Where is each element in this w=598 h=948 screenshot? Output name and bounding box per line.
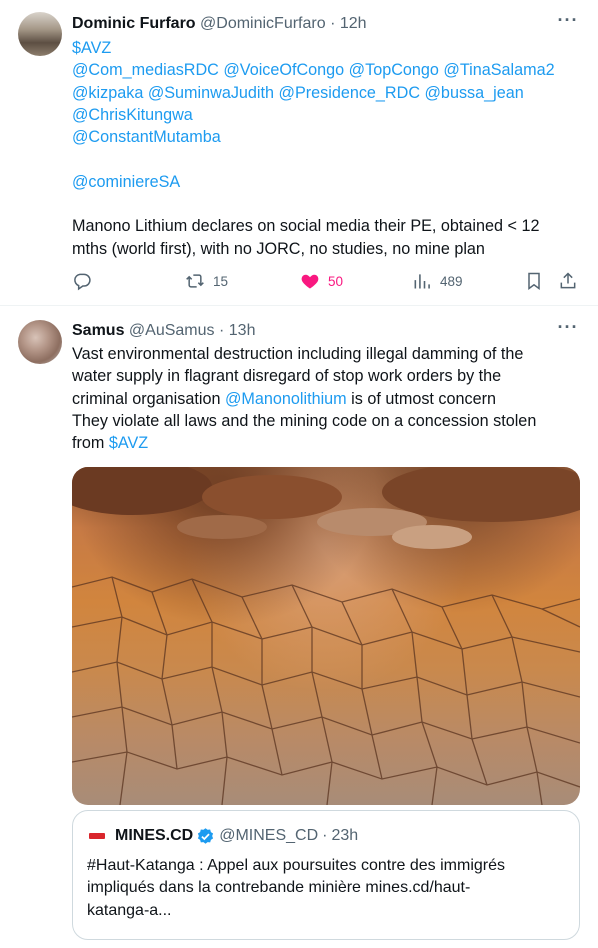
views-icon (414, 274, 430, 289)
text-line: mths (world first), with no JORC, no stu… (72, 239, 485, 258)
verified-badge-icon (198, 827, 214, 844)
reply-icon (74, 273, 91, 291)
text-fragment: is of utmost concern (346, 389, 497, 408)
tweet-header: Samus @AuSamus · 13h (72, 320, 580, 342)
views-button[interactable]: 489 (412, 268, 463, 294)
cashtag-avz[interactable]: $AVZ (109, 434, 148, 452)
quoted-text: #Haut-Katanga : Appel aux poursuites con… (87, 855, 565, 922)
share-icon (560, 272, 576, 289)
retweet-count: 15 (213, 273, 229, 289)
more-options-button[interactable]: ··· (556, 318, 580, 342)
avatar[interactable] (18, 320, 62, 364)
mentions-line[interactable]: @kizpaka @SuminwaJudith @Presidence_RDC … (72, 82, 576, 104)
separator: · (322, 827, 328, 844)
text-line: water supply in flagrant disregard of st… (72, 367, 502, 386)
quoted-timestamp: 23h (331, 827, 359, 844)
share-button[interactable] (558, 268, 578, 294)
author-handle[interactable]: @AuSamus (129, 322, 215, 339)
text-fragment: from (72, 434, 109, 453)
mention-manonolithium[interactable]: @Manonolithium (225, 390, 347, 408)
author-handle[interactable]: @DominicFurfaro (200, 15, 326, 32)
bookmark-button[interactable] (524, 268, 544, 294)
text-fragment: criminal organisation (72, 389, 225, 408)
timestamp[interactable]: 12h (340, 15, 367, 32)
author-name[interactable]: Samus (72, 322, 124, 339)
separator: · (218, 322, 225, 339)
text-line: Vast environmental destruction including… (72, 345, 524, 363)
avatar[interactable] (18, 12, 62, 56)
mentions-line[interactable]: @Com_mediasRDC @VoiceOfCongo @TopCongo @… (72, 59, 576, 81)
cashtag-avz[interactable]: $AVZ (72, 37, 576, 59)
retweet-icon (186, 274, 204, 288)
author-name[interactable]: Dominic Furfaro (72, 15, 196, 32)
reply-button[interactable] (72, 268, 100, 294)
like-button[interactable]: 50 (300, 268, 343, 294)
quoted-header: MINES.CD @MINES_CD · 23h (87, 825, 358, 847)
text-line: katanga-a... (87, 901, 172, 919)
tweet-text: Vast environmental destruction including… (72, 343, 576, 454)
heart-icon (301, 274, 319, 289)
quoted-author-name: MINES.CD (115, 827, 194, 844)
text-line: #Haut-Katanga : Appel aux poursuites con… (87, 857, 506, 874)
mines-cd-logo-icon (87, 826, 107, 846)
tweet-text: $AVZ @Com_mediasRDC @VoiceOfCongo @TopCo… (72, 37, 576, 260)
like-count: 50 (328, 273, 344, 289)
dry-riverbed-photo (72, 467, 580, 805)
mention-cominieresa[interactable]: @cominiereSA (72, 171, 576, 193)
separator: · (330, 15, 336, 32)
timestamp[interactable]: 13h (229, 322, 256, 339)
quoted-author-handle: @MINES_CD (219, 827, 319, 844)
tweet-header: Dominic Furfaro @DominicFurfaro · 12h (72, 13, 580, 35)
mention-chriskitungwa[interactable]: @ChrisKitungwa (72, 104, 576, 126)
action-bar: 15 50 489 (72, 268, 580, 294)
tweet-dominic-furfaro[interactable]: Dominic Furfaro @DominicFurfaro · 12h ··… (0, 0, 598, 306)
text-line: impliqués dans la contrebande minière mi… (87, 879, 471, 897)
tweet-photo[interactable] (72, 467, 580, 805)
retweet-button[interactable]: 15 (185, 268, 228, 294)
text-line: criminal organisation @Manonolithium is … (72, 388, 576, 410)
text-line: They violate all laws and the mining cod… (72, 411, 537, 430)
bookmark-icon (528, 272, 540, 290)
more-options-button[interactable]: ··· (556, 11, 580, 35)
text-line: from $AVZ (72, 432, 576, 454)
quoted-tweet-card[interactable]: MINES.CD @MINES_CD · 23h #Haut-Katanga :… (72, 810, 580, 940)
views-count: 489 (440, 273, 463, 289)
mention-constantmutamba[interactable]: @ConstantMutamba (72, 126, 576, 148)
text-line: Manono Lithium declares on social media … (72, 217, 540, 236)
